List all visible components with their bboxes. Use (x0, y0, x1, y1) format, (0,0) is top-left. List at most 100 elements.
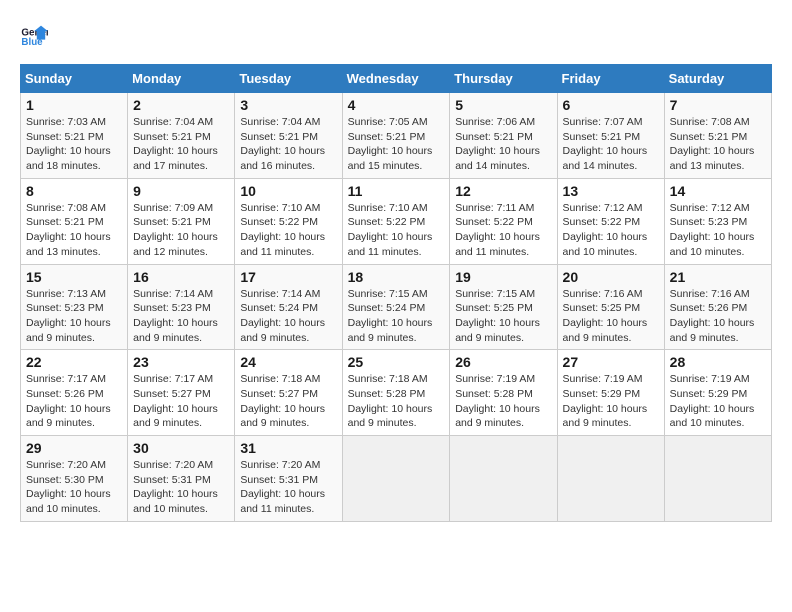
calendar-cell: 10 Sunrise: 7:10 AMSunset: 5:22 PMDayligh… (235, 178, 342, 264)
day-info: Sunrise: 7:05 AMSunset: 5:21 PMDaylight:… (348, 115, 445, 174)
weekday-header-thursday: Thursday (450, 65, 557, 93)
calendar-header-row: SundayMondayTuesdayWednesdayThursdayFrid… (21, 65, 772, 93)
day-info: Sunrise: 7:17 AMSunset: 5:27 PMDaylight:… (133, 372, 229, 431)
calendar-cell: 26Sunrise: 7:19 AMSunset: 5:28 PMDayligh… (450, 350, 557, 436)
day-info: Sunrise: 7:19 AMSunset: 5:29 PMDaylight:… (563, 372, 659, 431)
day-number: 29 (26, 440, 122, 456)
day-number: 3 (240, 97, 336, 113)
day-info: Sunrise: 7:20 AMSunset: 5:30 PMDaylight:… (26, 458, 122, 517)
calendar-cell (342, 436, 450, 522)
day-info: Sunrise: 7:10 AMSunset: 5:22 PMDaylight:… (240, 201, 336, 260)
day-number: 15 (26, 269, 122, 285)
weekday-header-friday: Friday (557, 65, 664, 93)
calendar-week-2: 8 Sunrise: 7:08 AMSunset: 5:21 PMDaylight… (21, 178, 772, 264)
day-info: Sunrise: 7:08 AMSunset: 5:21 PMDaylight:… (670, 115, 766, 174)
day-info: Sunrise: 7:04 AMSunset: 5:21 PMDaylight:… (133, 115, 229, 174)
day-number: 24 (240, 354, 336, 370)
calendar-cell (664, 436, 771, 522)
day-number: 2 (133, 97, 229, 113)
calendar-cell: 1 Sunrise: 7:03 AMSunset: 5:21 PMDaylight… (21, 93, 128, 179)
day-number: 27 (563, 354, 659, 370)
calendar-week-4: 22Sunrise: 7:17 AMSunset: 5:26 PMDayligh… (21, 350, 772, 436)
calendar-week-1: 1 Sunrise: 7:03 AMSunset: 5:21 PMDaylight… (21, 93, 772, 179)
calendar-cell: 16 Sunrise: 7:14 AMSunset: 5:23 PMDayligh… (128, 264, 235, 350)
calendar-cell: 6 Sunrise: 7:07 AMSunset: 5:21 PMDaylight… (557, 93, 664, 179)
calendar-cell: 29 Sunrise: 7:20 AMSunset: 5:30 PMDayligh… (21, 436, 128, 522)
logo-icon: General Blue (20, 20, 48, 48)
calendar-cell: 11 Sunrise: 7:10 AMSunset: 5:22 PMDayligh… (342, 178, 450, 264)
day-number: 12 (455, 183, 551, 199)
day-number: 19 (455, 269, 551, 285)
day-number: 18 (348, 269, 445, 285)
day-number: 6 (563, 97, 659, 113)
page-header: General Blue (20, 20, 772, 48)
calendar-cell: 13 Sunrise: 7:12 AMSunset: 5:22 PMDayligh… (557, 178, 664, 264)
day-info: Sunrise: 7:14 AMSunset: 5:23 PMDaylight:… (133, 287, 229, 346)
day-info: Sunrise: 7:12 AMSunset: 5:23 PMDaylight:… (670, 201, 766, 260)
day-number: 31 (240, 440, 336, 456)
day-info: Sunrise: 7:15 AMSunset: 5:25 PMDaylight:… (455, 287, 551, 346)
logo: General Blue (20, 20, 52, 48)
day-number: 25 (348, 354, 445, 370)
day-number: 26 (455, 354, 551, 370)
day-number: 30 (133, 440, 229, 456)
day-number: 7 (670, 97, 766, 113)
calendar-cell: 27 Sunrise: 7:19 AMSunset: 5:29 PMDayligh… (557, 350, 664, 436)
day-info: Sunrise: 7:16 AMSunset: 5:26 PMDaylight:… (670, 287, 766, 346)
calendar-cell: 8 Sunrise: 7:08 AMSunset: 5:21 PMDaylight… (21, 178, 128, 264)
calendar-cell: 30 Sunrise: 7:20 AMSunset: 5:31 PMDayligh… (128, 436, 235, 522)
day-info: Sunrise: 7:15 AMSunset: 5:24 PMDaylight:… (348, 287, 445, 346)
day-number: 14 (670, 183, 766, 199)
calendar-cell: 9Sunrise: 7:09 AMSunset: 5:21 PMDaylight… (128, 178, 235, 264)
calendar-cell: 28 Sunrise: 7:19 AMSunset: 5:29 PMDayligh… (664, 350, 771, 436)
day-number: 11 (348, 183, 445, 199)
calendar-cell: 21 Sunrise: 7:16 AMSunset: 5:26 PMDayligh… (664, 264, 771, 350)
day-info: Sunrise: 7:12 AMSunset: 5:22 PMDaylight:… (563, 201, 659, 260)
day-info: Sunrise: 7:11 AMSunset: 5:22 PMDaylight:… (455, 201, 551, 260)
day-info: Sunrise: 7:06 AMSunset: 5:21 PMDaylight:… (455, 115, 551, 174)
day-info: Sunrise: 7:16 AMSunset: 5:25 PMDaylight:… (563, 287, 659, 346)
day-info: Sunrise: 7:19 AMSunset: 5:29 PMDaylight:… (670, 372, 766, 431)
calendar-cell (450, 436, 557, 522)
calendar-cell: 2 Sunrise: 7:04 AMSunset: 5:21 PMDaylight… (128, 93, 235, 179)
day-info: Sunrise: 7:18 AMSunset: 5:28 PMDaylight:… (348, 372, 445, 431)
calendar-cell: 19 Sunrise: 7:15 AMSunset: 5:25 PMDayligh… (450, 264, 557, 350)
calendar-table: SundayMondayTuesdayWednesdayThursdayFrid… (20, 64, 772, 522)
calendar-week-3: 15 Sunrise: 7:13 AMSunset: 5:23 PMDayligh… (21, 264, 772, 350)
day-number: 5 (455, 97, 551, 113)
calendar-week-5: 29 Sunrise: 7:20 AMSunset: 5:30 PMDayligh… (21, 436, 772, 522)
calendar-cell: 31 Sunrise: 7:20 AMSunset: 5:31 PMDayligh… (235, 436, 342, 522)
day-number: 8 (26, 183, 122, 199)
weekday-header-tuesday: Tuesday (235, 65, 342, 93)
day-number: 17 (240, 269, 336, 285)
day-number: 21 (670, 269, 766, 285)
day-info: Sunrise: 7:08 AMSunset: 5:21 PMDaylight:… (26, 201, 122, 260)
day-number: 16 (133, 269, 229, 285)
day-info: Sunrise: 7:20 AMSunset: 5:31 PMDaylight:… (240, 458, 336, 517)
weekday-header-monday: Monday (128, 65, 235, 93)
day-info: Sunrise: 7:03 AMSunset: 5:21 PMDaylight:… (26, 115, 122, 174)
day-info: Sunrise: 7:13 AMSunset: 5:23 PMDaylight:… (26, 287, 122, 346)
calendar-cell: 17 Sunrise: 7:14 AMSunset: 5:24 PMDayligh… (235, 264, 342, 350)
day-number: 1 (26, 97, 122, 113)
weekday-header-saturday: Saturday (664, 65, 771, 93)
calendar-cell: 5 Sunrise: 7:06 AMSunset: 5:21 PMDaylight… (450, 93, 557, 179)
calendar-cell: 25 Sunrise: 7:18 AMSunset: 5:28 PMDayligh… (342, 350, 450, 436)
day-info: Sunrise: 7:18 AMSunset: 5:27 PMDaylight:… (240, 372, 336, 431)
day-info: Sunrise: 7:09 AMSunset: 5:21 PMDaylight:… (133, 201, 229, 260)
day-info: Sunrise: 7:10 AMSunset: 5:22 PMDaylight:… (348, 201, 445, 260)
calendar-cell: 14 Sunrise: 7:12 AMSunset: 5:23 PMDayligh… (664, 178, 771, 264)
day-info: Sunrise: 7:04 AMSunset: 5:21 PMDaylight:… (240, 115, 336, 174)
day-info: Sunrise: 7:17 AMSunset: 5:26 PMDaylight:… (26, 372, 122, 431)
day-info: Sunrise: 7:07 AMSunset: 5:21 PMDaylight:… (563, 115, 659, 174)
day-number: 28 (670, 354, 766, 370)
calendar-cell: 23Sunrise: 7:17 AMSunset: 5:27 PMDayligh… (128, 350, 235, 436)
day-info: Sunrise: 7:14 AMSunset: 5:24 PMDaylight:… (240, 287, 336, 346)
day-number: 10 (240, 183, 336, 199)
day-number: 4 (348, 97, 445, 113)
day-number: 13 (563, 183, 659, 199)
weekday-header-wednesday: Wednesday (342, 65, 450, 93)
calendar-cell: 15 Sunrise: 7:13 AMSunset: 5:23 PMDayligh… (21, 264, 128, 350)
day-info: Sunrise: 7:20 AMSunset: 5:31 PMDaylight:… (133, 458, 229, 517)
calendar-cell: 3 Sunrise: 7:04 AMSunset: 5:21 PMDaylight… (235, 93, 342, 179)
